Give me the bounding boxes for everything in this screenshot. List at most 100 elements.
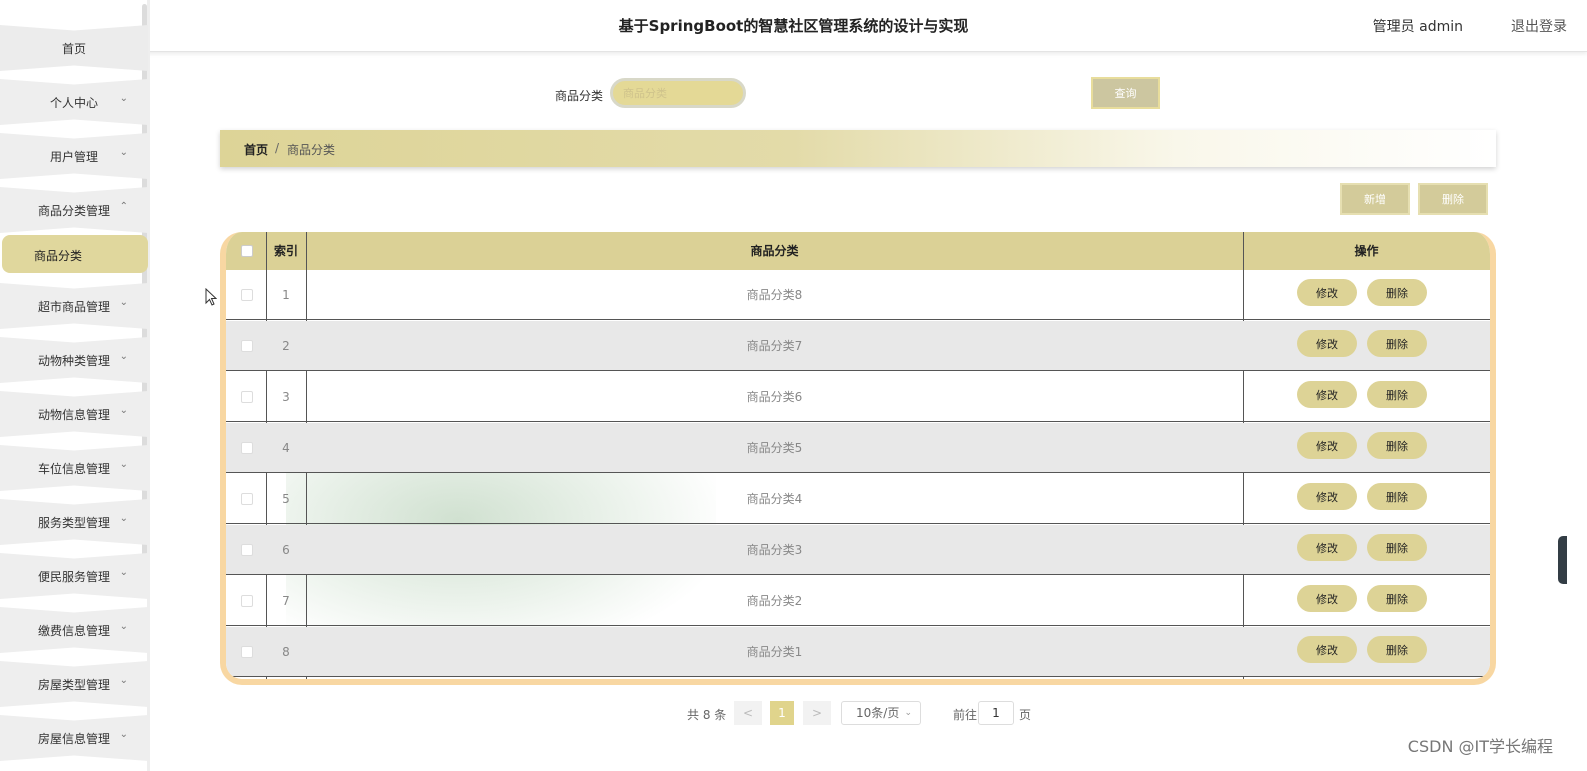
row-checkbox[interactable] xyxy=(241,493,253,505)
side-panel-handle[interactable] xyxy=(1558,536,1567,584)
header-category: 商品分类 xyxy=(750,244,799,258)
row-checkbox[interactable] xyxy=(241,340,253,352)
edit-button[interactable]: 修改 xyxy=(1297,534,1357,561)
edit-button[interactable]: 修改 xyxy=(1297,483,1357,510)
row-index: 2 xyxy=(282,339,290,353)
sidebar-item-service-type[interactable]: 服务类型管理 ⌄ xyxy=(0,499,148,545)
row-category: 商品分类7 xyxy=(746,339,803,353)
table-header: 索引 商品分类 操作 xyxy=(226,232,1490,270)
edit-button[interactable]: 修改 xyxy=(1297,432,1357,459)
row-category: 商品分类5 xyxy=(746,441,803,455)
delete-button[interactable]: 删除 xyxy=(1367,483,1427,510)
row-checkbox[interactable] xyxy=(241,391,253,403)
pagination: 共 8 条 < 1 > 10条/页 ⌄ 前往 页 xyxy=(0,700,1587,726)
row-checkbox[interactable] xyxy=(241,595,253,607)
sidebar-item-payment-info[interactable]: 缴费信息管理 ⌄ xyxy=(0,607,148,653)
breadcrumb: 首页 / 商品分类 xyxy=(220,130,1496,167)
sidebar-item-user-management[interactable]: 用户管理 ⌄ xyxy=(0,133,148,179)
mouse-cursor-icon xyxy=(205,288,217,306)
chevron-up-icon: ⌃ xyxy=(119,201,128,212)
header-select-all-cell xyxy=(226,232,266,270)
delete-button[interactable]: 删除 xyxy=(1367,636,1427,663)
chevron-down-icon: ⌄ xyxy=(119,351,128,362)
table-row: 2 商品分类7 修改 删除 xyxy=(226,321,1490,371)
sidebar-item-parking-info[interactable]: 车位信息管理 ⌄ xyxy=(0,445,148,491)
breadcrumb-home[interactable]: 首页 xyxy=(244,141,268,158)
batch-delete-button[interactable]: 删除 xyxy=(1418,183,1488,215)
sidebar-item-animal-species[interactable]: 动物种类管理 ⌄ xyxy=(0,337,148,383)
chevron-down-icon: ⌄ xyxy=(119,621,128,632)
chevron-down-icon: ⌄ xyxy=(119,567,128,578)
row-index: 6 xyxy=(282,543,290,557)
chevron-down-icon: ⌄ xyxy=(119,459,128,470)
row-checkbox[interactable] xyxy=(241,442,253,454)
select-all-checkbox[interactable] xyxy=(241,245,253,257)
row-index: 5 xyxy=(282,492,290,506)
edit-button[interactable]: 修改 xyxy=(1297,381,1357,408)
goto-label: 前往 xyxy=(953,708,978,722)
goto-page-input[interactable] xyxy=(978,701,1014,725)
table-row: 4 商品分类5 修改 删除 xyxy=(226,423,1490,473)
delete-button[interactable]: 删除 xyxy=(1367,585,1427,612)
row-checkbox[interactable] xyxy=(241,289,253,301)
table-row: 3 商品分类6 修改 删除 xyxy=(226,372,1490,422)
sidebar-item-animal-info[interactable]: 动物信息管理 ⌄ xyxy=(0,391,148,437)
edit-button[interactable]: 修改 xyxy=(1297,636,1357,663)
chevron-down-icon: ⌄ xyxy=(119,93,128,104)
sidebar-item-house-type[interactable]: 房屋类型管理 ⌄ xyxy=(0,661,148,707)
chevron-down-icon: ⌄ xyxy=(119,147,128,158)
category-search-input[interactable] xyxy=(610,78,746,108)
logout-link[interactable]: 退出登录 xyxy=(1511,16,1567,36)
sidebar-item-label: 首页 xyxy=(61,42,86,56)
sidebar-subitem-category[interactable]: 商品分类 xyxy=(2,235,148,273)
prev-page-button[interactable]: < xyxy=(734,701,762,725)
chevron-down-icon: ⌄ xyxy=(119,405,128,416)
row-checkbox[interactable] xyxy=(241,544,253,556)
table-row: 5 商品分类4 修改 删除 xyxy=(226,474,1490,524)
chevron-down-icon: ⌄ xyxy=(904,708,912,718)
row-category: 商品分类4 xyxy=(746,492,803,506)
sidebar-item-home[interactable]: 首页 xyxy=(0,25,148,71)
delete-button[interactable]: 删除 xyxy=(1367,534,1427,561)
page-number-button[interactable]: 1 xyxy=(770,701,794,725)
delete-button[interactable]: 删除 xyxy=(1367,432,1427,459)
table-row: 8 商品分类1 修改 删除 xyxy=(226,627,1490,677)
page-size-value: 10条/页 xyxy=(856,706,900,720)
chevron-down-icon: ⌄ xyxy=(119,729,128,740)
delete-button[interactable]: 删除 xyxy=(1367,381,1427,408)
edit-button[interactable]: 修改 xyxy=(1297,585,1357,612)
sidebar-item-house-info[interactable]: 房屋信息管理 ⌄ xyxy=(0,715,148,761)
top-header: 基于SpringBoot的智慧社区管理系统的设计与实现 管理员 admin 退出… xyxy=(0,0,1587,52)
pagination-total: 共 8 条 xyxy=(687,708,727,722)
next-page-button[interactable]: > xyxy=(803,701,831,725)
breadcrumb-separator: / xyxy=(275,141,280,155)
row-checkbox[interactable] xyxy=(241,646,253,658)
sidebar-item-category-management[interactable]: 商品分类管理 ⌃ xyxy=(0,187,148,233)
edit-button[interactable]: 修改 xyxy=(1297,279,1357,306)
sidebar-item-personal-center[interactable]: 个人中心 ⌄ xyxy=(0,79,148,125)
row-index: 1 xyxy=(282,288,290,302)
row-category: 商品分类8 xyxy=(746,288,803,302)
delete-button[interactable]: 删除 xyxy=(1367,330,1427,357)
table-row: 1 商品分类8 修改 删除 xyxy=(226,270,1490,320)
row-index: 4 xyxy=(282,441,290,455)
sidebar-subitem-label: 商品分类 xyxy=(34,249,83,263)
delete-button[interactable]: 删除 xyxy=(1367,279,1427,306)
header-index: 索引 xyxy=(273,244,298,258)
chevron-down-icon: ⌄ xyxy=(119,513,128,524)
category-table: 索引 商品分类 操作 1 商品分类8 修改 删除 2 商品分类7 修改 删除 3… xyxy=(220,232,1496,685)
chevron-down-icon: ⌄ xyxy=(119,675,128,686)
row-category: 商品分类2 xyxy=(746,594,803,608)
sidebar-item-convenience-service[interactable]: 便民服务管理 ⌄ xyxy=(0,553,148,599)
table-row: 7 商品分类2 修改 删除 xyxy=(226,576,1490,626)
row-index: 3 xyxy=(282,390,290,404)
page-size-select[interactable]: 10条/页 ⌄ xyxy=(841,701,921,725)
sidebar: 首页 个人中心 ⌄ 用户管理 ⌄ 商品分类管理 ⌃ 商品分类 超市商品管理 ⌄ … xyxy=(0,0,150,771)
add-button[interactable]: 新增 xyxy=(1340,183,1410,215)
row-category: 商品分类1 xyxy=(746,645,803,659)
sidebar-item-supermarket-goods[interactable]: 超市商品管理 ⌄ xyxy=(0,283,148,329)
edit-button[interactable]: 修改 xyxy=(1297,330,1357,357)
query-button[interactable]: 查询 xyxy=(1091,77,1160,109)
row-index: 8 xyxy=(282,645,290,659)
row-category: 商品分类6 xyxy=(746,390,803,404)
